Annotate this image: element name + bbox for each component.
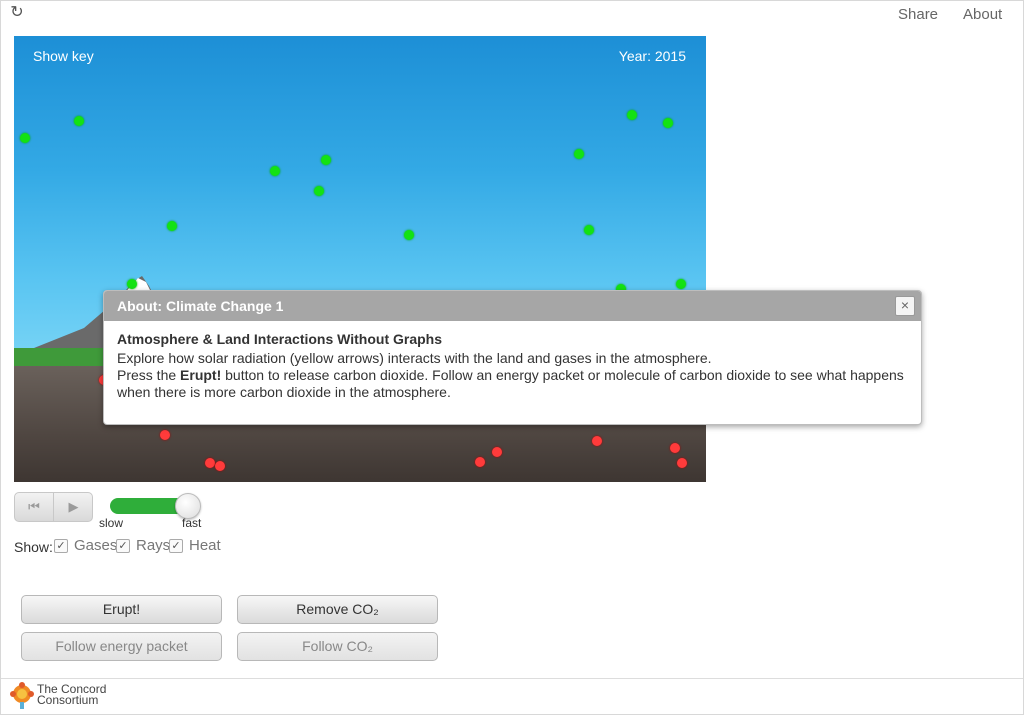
dialog-body: Atmosphere & Land Interactions Without G… <box>104 321 921 411</box>
playback-controls: ⏮ ▶ <box>14 492 93 522</box>
share-link[interactable]: Share <box>898 6 938 23</box>
gas-molecule <box>627 110 637 120</box>
gas-molecule <box>676 279 686 289</box>
co2-molecule <box>492 447 502 457</box>
close-icon[interactable]: × <box>895 296 915 316</box>
gas-molecule <box>167 221 177 231</box>
gases-checkbox[interactable]: ✓ <box>54 539 68 553</box>
co2-molecule <box>215 461 225 471</box>
gas-molecule <box>270 166 280 176</box>
speed-fast-label: fast <box>182 516 202 530</box>
dialog-text-post: button to release carbon dioxide. Follow… <box>117 367 904 400</box>
erupt-button[interactable]: Erupt! <box>21 595 222 624</box>
co2-molecule <box>677 458 687 468</box>
year-display: Year: 2015 <box>618 48 686 64</box>
co2-molecule <box>592 436 602 446</box>
co2-molecule <box>475 457 485 467</box>
reload-icon[interactable]: ↻ <box>8 4 26 22</box>
dialog-heading: Atmosphere & Land Interactions Without G… <box>117 331 443 347</box>
dialog-text-line1: Explore how solar radiation (yellow arro… <box>117 350 712 366</box>
concord-logo-icon[interactable] <box>9 682 35 710</box>
concord-logo-text[interactable]: The Concord Consortium <box>37 683 106 707</box>
gas-molecule <box>404 230 414 240</box>
reset-icon[interactable]: ⏮ <box>15 493 54 521</box>
co2-molecule <box>160 430 170 440</box>
follow-energy-packet-button[interactable]: Follow energy packet <box>21 632 222 661</box>
gases-label[interactable]: Gases <box>74 537 117 554</box>
follow-co2-button[interactable]: Follow CO₂ <box>237 632 438 661</box>
rays-checkbox[interactable]: ✓ <box>116 539 130 553</box>
gas-molecule <box>574 149 584 159</box>
logo-line2: Consortium <box>37 693 99 707</box>
remove-co2-button[interactable]: Remove CO₂ <box>237 595 438 624</box>
dialog-title: About: Climate Change 1 <box>117 298 284 314</box>
gas-molecule <box>663 118 673 128</box>
about-dialog: About: Climate Change 1 × Atmosphere & L… <box>103 290 922 425</box>
co2-molecule <box>205 458 215 468</box>
gas-molecule <box>20 133 30 143</box>
gas-molecule <box>584 225 594 235</box>
gas-molecule <box>74 116 84 126</box>
rays-label[interactable]: Rays <box>136 537 170 554</box>
dialog-text-pre: Press the <box>117 367 181 383</box>
co2-molecule <box>670 443 680 453</box>
footer-divider <box>1 678 1023 679</box>
gas-molecule <box>127 279 137 289</box>
gas-molecule <box>321 155 331 165</box>
dialog-text-bold: Erupt! <box>180 367 222 383</box>
about-link[interactable]: About <box>963 6 1002 23</box>
heat-label[interactable]: Heat <box>189 537 221 554</box>
speed-slow-label: slow <box>99 516 124 530</box>
play-icon[interactable]: ▶ <box>54 493 93 521</box>
gas-molecule <box>314 186 324 196</box>
heat-checkbox[interactable]: ✓ <box>169 539 183 553</box>
show-label: Show: <box>14 539 53 555</box>
dialog-titlebar[interactable]: About: Climate Change 1 <box>104 291 921 321</box>
show-key-link[interactable]: Show key <box>33 48 94 64</box>
